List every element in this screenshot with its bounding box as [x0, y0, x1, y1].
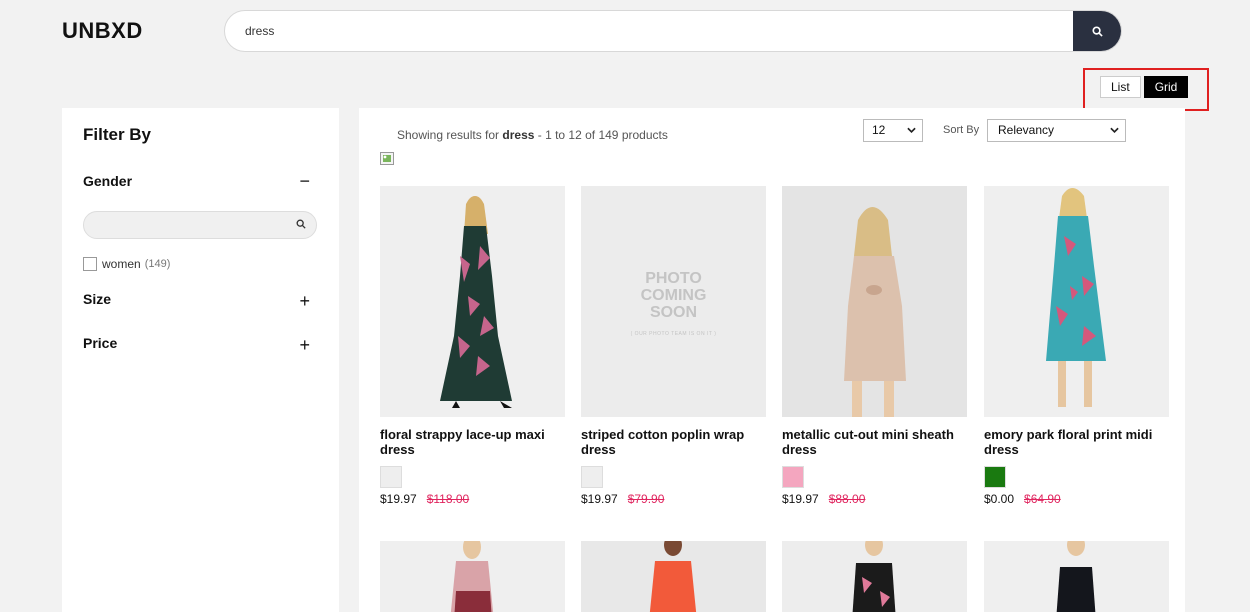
- facet-size[interactable]: Size +: [83, 291, 318, 311]
- search-bar: [224, 10, 1122, 52]
- product-card[interactable]: [581, 541, 766, 612]
- color-swatch[interactable]: [984, 466, 1006, 488]
- original-price: $118.00: [426, 492, 470, 506]
- color-swatch[interactable]: [581, 466, 603, 488]
- color-swatch[interactable]: [782, 466, 804, 488]
- original-price: $64.90: [1024, 492, 1061, 506]
- brand-logo[interactable]: UNBXD: [62, 18, 143, 44]
- chevron-down-icon: [1110, 127, 1119, 133]
- placeholder-text: PHOTO COMING SOON: [640, 270, 707, 321]
- sort-label: Sort By: [943, 124, 980, 136]
- facet-option-women[interactable]: women (149): [83, 257, 318, 271]
- sale-price: $19.97: [380, 492, 417, 506]
- results-query: dress: [502, 128, 535, 142]
- product-name[interactable]: metallic cut-out mini sheath dress: [782, 427, 967, 457]
- product-price: $0.00 $64.90: [984, 492, 1169, 506]
- product-name[interactable]: emory park floral print midi dress: [984, 427, 1169, 457]
- search-icon[interactable]: [296, 219, 306, 229]
- product-card[interactable]: metallic cut-out mini sheath dress $19.9…: [782, 186, 967, 506]
- list-view-button[interactable]: List: [1100, 76, 1141, 98]
- product-card[interactable]: emory park floral print midi dress $0.00…: [984, 186, 1169, 506]
- expand-icon[interactable]: +: [299, 335, 310, 356]
- photo-coming-soon-placeholder: PHOTO COMING SOON ( OUR PHOTO TEAM IS ON…: [581, 270, 766, 343]
- expand-icon[interactable]: +: [299, 291, 310, 312]
- product-name[interactable]: striped cotton poplin wrap dress: [581, 427, 766, 457]
- product-price: $19.97 $88.00: [782, 492, 967, 506]
- color-swatch[interactable]: [380, 466, 402, 488]
- product-price: $19.97 $118.00: [380, 492, 565, 506]
- results-prefix: Showing results for: [397, 128, 503, 142]
- product-image[interactable]: [984, 186, 1169, 417]
- per-page-value: 12: [872, 123, 886, 137]
- model-orange-satin-dress-image: [581, 541, 766, 612]
- product-card[interactable]: floral strappy lace-up maxi dress $19.97…: [380, 186, 565, 506]
- product-card[interactable]: [782, 541, 967, 612]
- placeholder-subtext: ( OUR PHOTO TEAM IS ON IT ): [630, 331, 717, 337]
- facet-search-input[interactable]: [84, 212, 284, 238]
- original-price: $88.00: [828, 492, 866, 506]
- sale-price: $19.97: [581, 492, 618, 506]
- sale-price: $0.00: [984, 492, 1015, 506]
- results-panel: Showing results for dress - 1 to 12 of 1…: [359, 108, 1185, 612]
- product-price: $19.97 $79.90: [581, 492, 766, 506]
- search-icon: [1091, 25, 1103, 37]
- product-image[interactable]: [581, 541, 766, 612]
- product-card[interactable]: [380, 541, 565, 612]
- filter-title: Filter By: [83, 125, 152, 144]
- facet-label: Size: [83, 291, 112, 307]
- model-printed-dress-image: [380, 541, 565, 612]
- per-page-select[interactable]: 12: [863, 119, 923, 142]
- sort-value: Relevancy: [998, 123, 1055, 137]
- product-image[interactable]: [380, 186, 565, 417]
- original-price: $79.90: [627, 492, 665, 506]
- view-toggle: List Grid: [1100, 76, 1189, 98]
- chevron-down-icon: [907, 127, 916, 133]
- checkbox[interactable]: [83, 257, 97, 271]
- broken-image-icon: [380, 152, 394, 165]
- model-floral-maxi-image: [380, 186, 565, 417]
- sale-price: $19.97: [782, 492, 819, 506]
- product-image[interactable]: PHOTO COMING SOON ( OUR PHOTO TEAM IS ON…: [581, 186, 766, 417]
- product-image[interactable]: [782, 186, 967, 417]
- results-summary: Showing results for dress - 1 to 12 of 1…: [397, 128, 668, 142]
- grid-view-button[interactable]: Grid: [1143, 76, 1189, 98]
- option-count: (149): [144, 258, 171, 270]
- model-beige-mini-image: [782, 186, 967, 417]
- facet-gender[interactable]: Gender −: [83, 171, 318, 193]
- product-image[interactable]: [380, 541, 565, 612]
- option-label: women: [102, 257, 141, 271]
- product-image[interactable]: [782, 541, 967, 612]
- product-card[interactable]: PHOTO COMING SOON ( OUR PHOTO TEAM IS ON…: [581, 186, 766, 506]
- facet-search: [83, 211, 317, 239]
- results-count: - 1 to 12 of 149 products: [534, 128, 668, 142]
- facet-label: Price: [83, 335, 118, 351]
- filter-sidebar: Filter By Gender − women (149) Size + Pr…: [62, 108, 339, 612]
- product-image[interactable]: [984, 541, 1169, 612]
- model-black-slip-dress-image: [984, 541, 1169, 612]
- facet-price[interactable]: Price +: [83, 335, 318, 355]
- sort-select[interactable]: Relevancy: [987, 119, 1126, 142]
- model-teal-floral-midi-image: [984, 186, 1169, 417]
- collapse-icon[interactable]: −: [299, 171, 310, 192]
- search-button[interactable]: [1073, 11, 1121, 51]
- facet-label: Gender: [83, 173, 133, 189]
- search-input[interactable]: [225, 11, 1075, 51]
- product-card[interactable]: [984, 541, 1169, 612]
- product-name[interactable]: floral strappy lace-up maxi dress: [380, 427, 565, 457]
- model-black-floral-dress-image: [782, 541, 967, 612]
